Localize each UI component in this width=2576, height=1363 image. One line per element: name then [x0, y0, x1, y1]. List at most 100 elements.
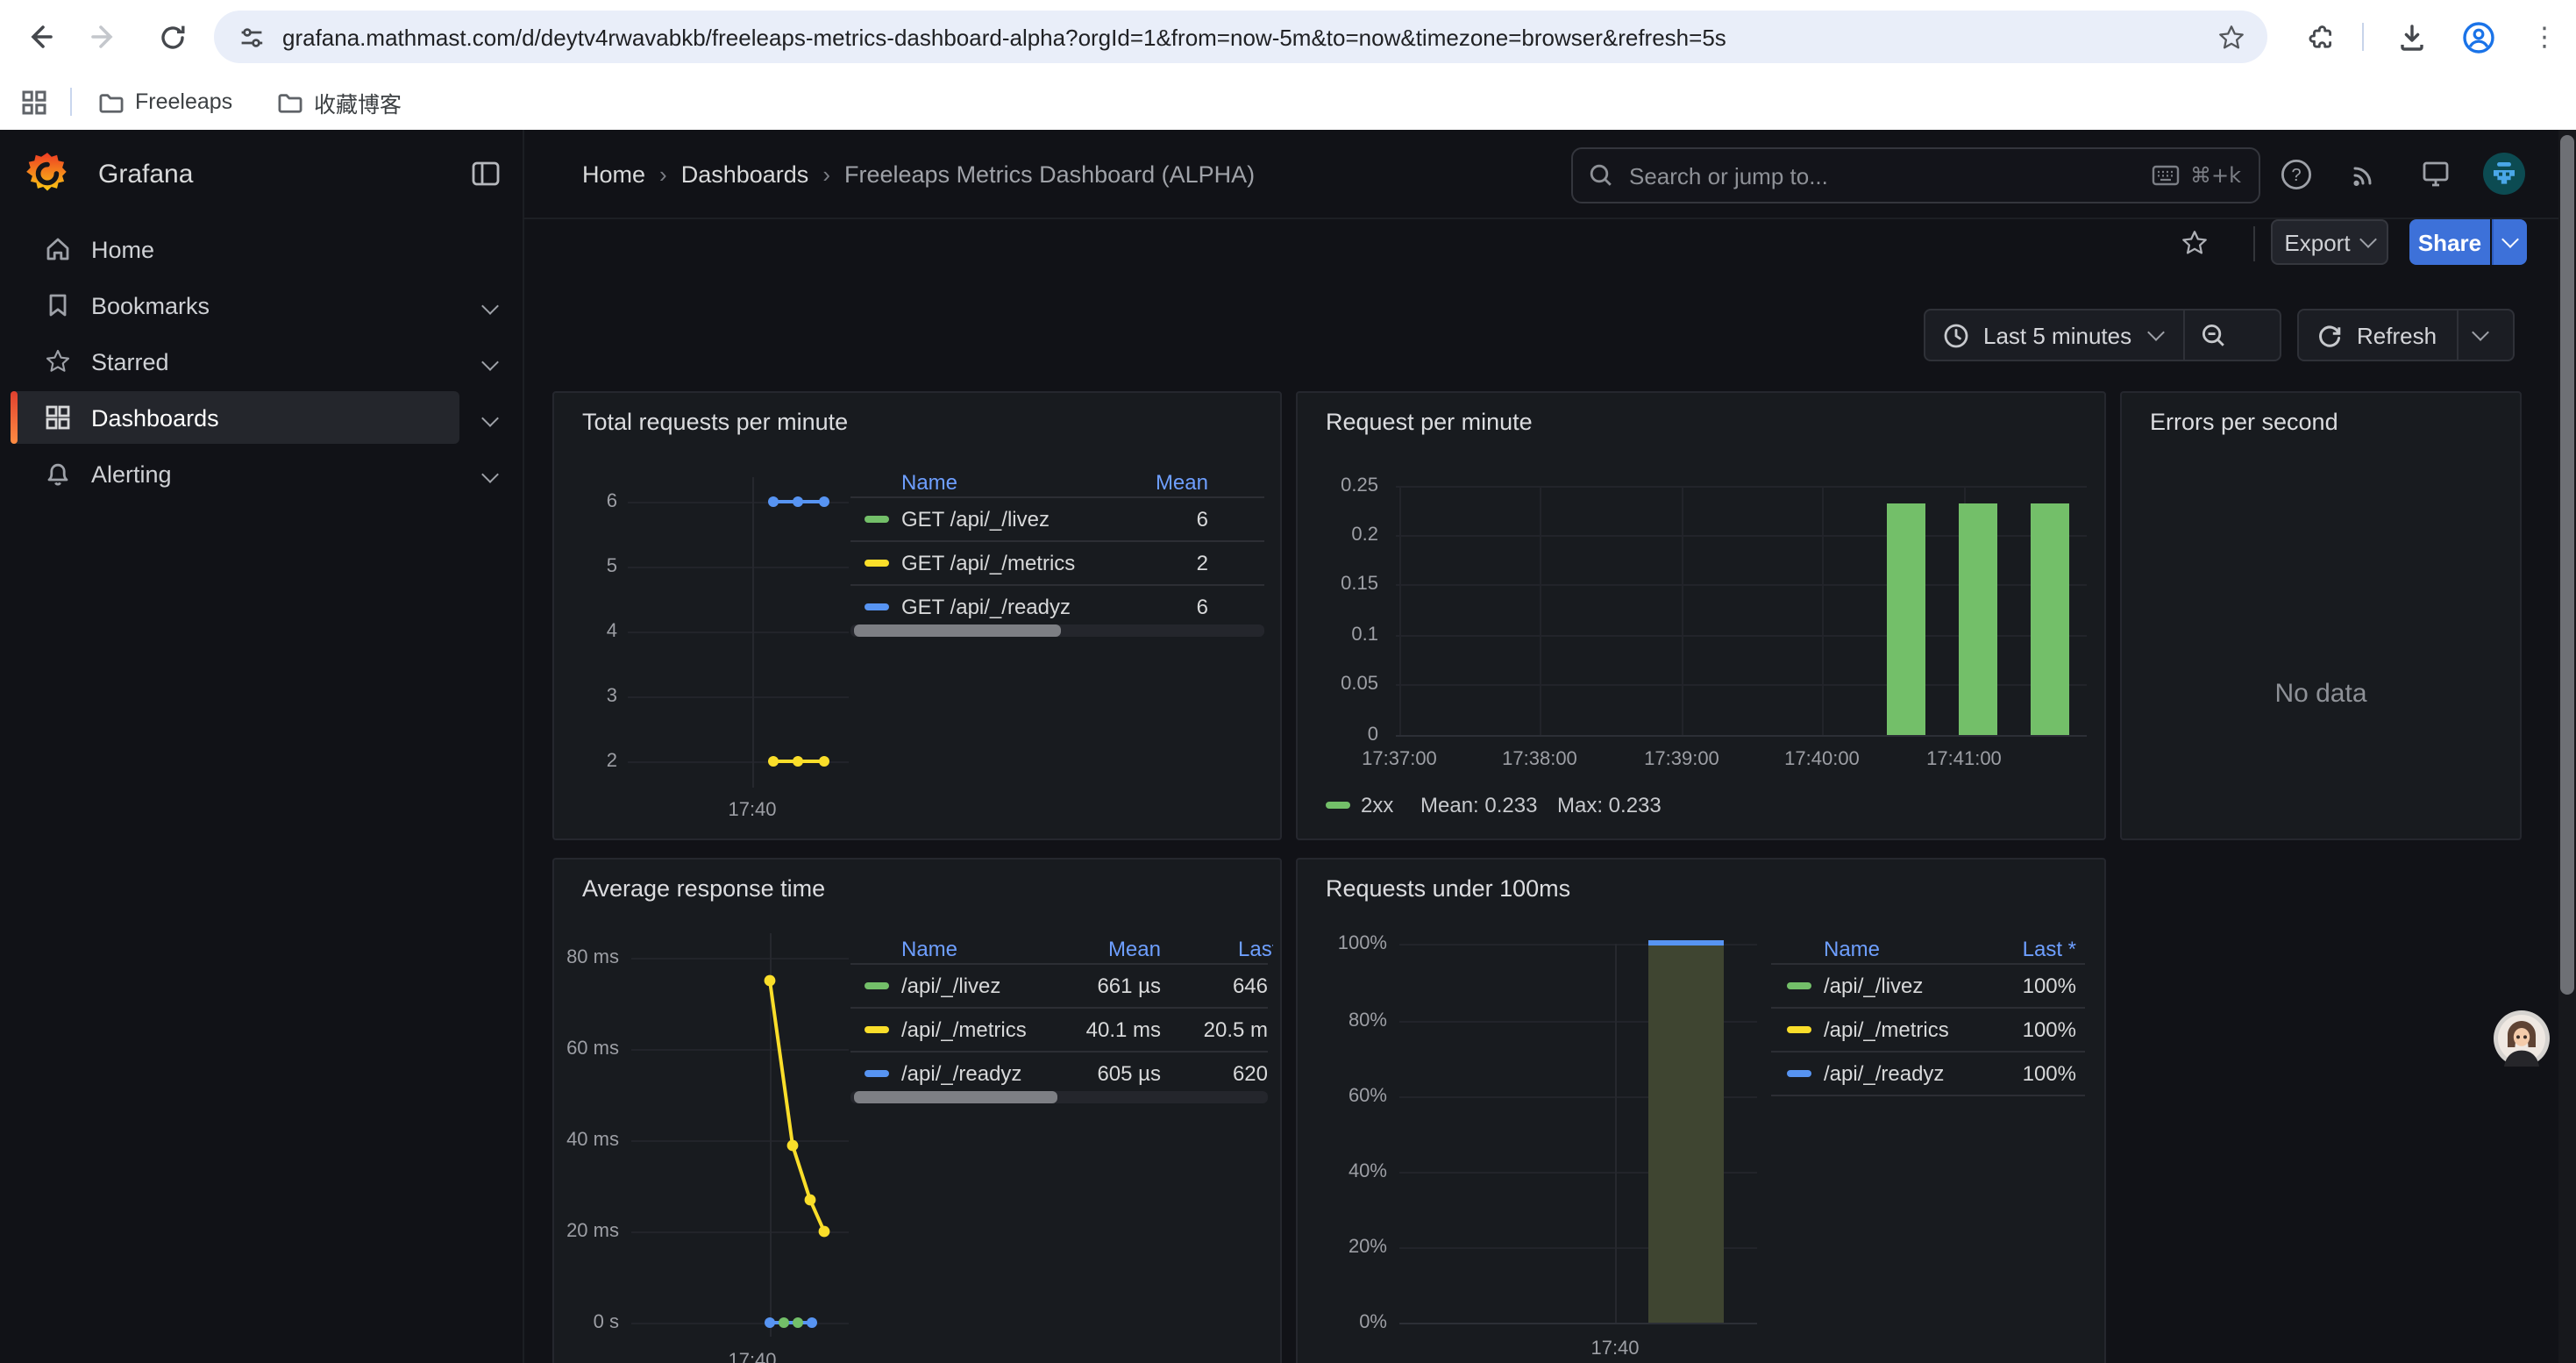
- group-divider: [2182, 310, 2184, 360]
- downloads-icon[interactable]: [2388, 14, 2434, 60]
- brand-name[interactable]: Grafana: [98, 160, 193, 189]
- time-range-label[interactable]: Last 5 minutes: [1983, 322, 2131, 348]
- panel-title[interactable]: Errors per second: [2150, 409, 2338, 435]
- chevron-down-icon[interactable]: [481, 409, 499, 426]
- legend-series-name[interactable]: GET /api/_/readyz: [901, 595, 1071, 619]
- legend-divider: [1771, 1095, 2085, 1096]
- legend-header-last[interactable]: Last *: [1238, 937, 1273, 961]
- legend-header-name[interactable]: Name: [901, 937, 957, 961]
- favorite-star-icon[interactable]: [2180, 228, 2210, 258]
- reload-icon[interactable]: [149, 14, 195, 60]
- chevron-down-icon[interactable]: [481, 353, 499, 370]
- sidebar-item-home[interactable]: Home: [0, 223, 523, 275]
- legend-divider: [1771, 1007, 2085, 1009]
- bar-2xx[interactable]: [1959, 503, 1997, 735]
- series-pill-green[interactable]: [1326, 802, 1350, 809]
- chevron-down-icon[interactable]: [481, 465, 499, 482]
- back-icon[interactable]: [16, 14, 61, 60]
- zoom-out-icon[interactable]: [2200, 322, 2226, 348]
- profile-icon[interactable]: [2455, 14, 2501, 60]
- url-bar[interactable]: grafana.mathmast.com/d/deytv4rwavabkb/fr…: [214, 11, 2267, 63]
- bookmark-folder-blogs[interactable]: 收藏博客: [277, 82, 402, 121]
- x-tick: 17:40:00: [1769, 747, 1875, 772]
- share-label: Share: [2418, 229, 2481, 255]
- y-tick: 0%: [1312, 1310, 1387, 1335]
- panel-title[interactable]: Requests under 100ms: [1326, 875, 1570, 902]
- monitor-icon[interactable]: [2416, 154, 2455, 193]
- chevron-down-icon[interactable]: [481, 296, 499, 314]
- bookmark-star-icon[interactable]: [2217, 22, 2246, 52]
- refresh-label[interactable]: Refresh: [2357, 322, 2437, 348]
- user-avatar[interactable]: [2483, 153, 2525, 195]
- series-pill-green[interactable]: [865, 982, 889, 989]
- svg-text:?: ?: [2290, 165, 2300, 184]
- panel-title[interactable]: Request per minute: [1326, 409, 1533, 435]
- forward-icon[interactable]: [82, 14, 128, 60]
- bookmark-folder-freeleaps[interactable]: Freeleaps: [98, 82, 232, 121]
- series-pill-yellow[interactable]: [865, 560, 889, 567]
- assistant-avatar[interactable]: [2494, 1010, 2550, 1067]
- url-text[interactable]: grafana.mathmast.com/d/deytv4rwavabkb/fr…: [282, 24, 2217, 50]
- series-pill-yellow[interactable]: [865, 1026, 889, 1033]
- legend-series-name[interactable]: /api/_/metrics: [1824, 1017, 1949, 1042]
- legend-series-name[interactable]: /api/_/metrics: [901, 1017, 1027, 1042]
- share-dropdown-button[interactable]: [2492, 219, 2527, 265]
- browser-menu-icon[interactable]: ⋮: [2522, 14, 2567, 60]
- sidebar-item-alerting[interactable]: Alerting: [0, 447, 523, 500]
- bookmarks-bar: Freeleaps 收藏博客: [0, 74, 2576, 130]
- help-icon[interactable]: ?: [2276, 154, 2315, 193]
- sidebar-item-bookmarks[interactable]: Bookmarks: [0, 279, 523, 332]
- gridline: [1615, 944, 1617, 1323]
- legend-header-name[interactable]: Name: [1824, 937, 1880, 961]
- sidebar-toggle-icon[interactable]: [470, 158, 502, 189]
- bar-2xx[interactable]: [2031, 503, 2069, 735]
- legend-header-name[interactable]: Name: [901, 470, 957, 495]
- chevron-down-icon[interactable]: [2471, 324, 2488, 341]
- apps-grid-icon[interactable]: [21, 82, 47, 121]
- page-scrollbar-track[interactable]: [2558, 130, 2576, 1363]
- bar-2xx[interactable]: [1887, 503, 1925, 735]
- series-pill-yellow[interactable]: [1787, 1026, 1811, 1033]
- legend-series-name[interactable]: GET /api/_/livez: [901, 507, 1050, 532]
- breadcrumb-home[interactable]: Home: [582, 161, 645, 188]
- legend-series-name[interactable]: /api/_/livez: [1824, 974, 1923, 998]
- time-range-group: Last 5 minutes: [1924, 309, 2281, 361]
- legend-series-name[interactable]: GET /api/_/metrics: [901, 551, 1075, 575]
- legend-series-name[interactable]: 2xx: [1361, 793, 1393, 817]
- legend-header-mean[interactable]: Mean: [1156, 470, 1208, 495]
- x-tick: 17:37:00: [1347, 747, 1452, 772]
- legend-series-name[interactable]: /api/_/readyz: [1824, 1061, 1944, 1086]
- series-pill-blue[interactable]: [1787, 1070, 1811, 1077]
- sidebar-item-starred[interactable]: Starred: [0, 335, 523, 388]
- series-pill-green[interactable]: [865, 516, 889, 523]
- legend-series-name[interactable]: /api/_/readyz: [901, 1061, 1021, 1086]
- legend-scrollbar[interactable]: [850, 1091, 1268, 1103]
- news-icon[interactable]: [2345, 154, 2383, 193]
- legend-scrollbar[interactable]: [850, 624, 1264, 637]
- extensions-icon[interactable]: [2297, 14, 2343, 60]
- bar-top-line: [1648, 940, 1724, 945]
- search-field[interactable]: [1626, 161, 2152, 190]
- export-button[interactable]: Export: [2271, 219, 2388, 265]
- y-tick: 80%: [1312, 1009, 1387, 1033]
- breadcrumb-separator: ›: [808, 161, 844, 188]
- legend-header-mean[interactable]: Mean: [1108, 937, 1161, 961]
- sidebar-item-dashboards[interactable]: Dashboards: [0, 391, 523, 444]
- site-settings-icon[interactable]: [238, 24, 265, 50]
- legend-divider: [850, 1051, 1268, 1053]
- legend-series-name[interactable]: /api/_/livez: [901, 974, 1000, 998]
- dashboards-icon: [44, 403, 72, 432]
- browser-toolbar: grafana.mathmast.com/d/deytv4rwavabkb/fr…: [0, 0, 2576, 74]
- series-pill-blue[interactable]: [865, 603, 889, 610]
- series-pill-green[interactable]: [1787, 982, 1811, 989]
- page-scrollbar-thumb[interactable]: [2560, 135, 2574, 995]
- chevron-down-icon[interactable]: [2146, 324, 2164, 341]
- bookmark-icon: [44, 291, 72, 319]
- grafana-logo[interactable]: [25, 151, 70, 196]
- breadcrumb-dashboards[interactable]: Dashboards: [681, 161, 809, 188]
- search-input[interactable]: ⌘+k: [1571, 147, 2260, 203]
- series-pill-blue[interactable]: [865, 1070, 889, 1077]
- legend-header-last[interactable]: Last *: [2023, 937, 2076, 961]
- share-button[interactable]: Share: [2409, 219, 2490, 265]
- bar-percentage[interactable]: [1648, 944, 1724, 1323]
